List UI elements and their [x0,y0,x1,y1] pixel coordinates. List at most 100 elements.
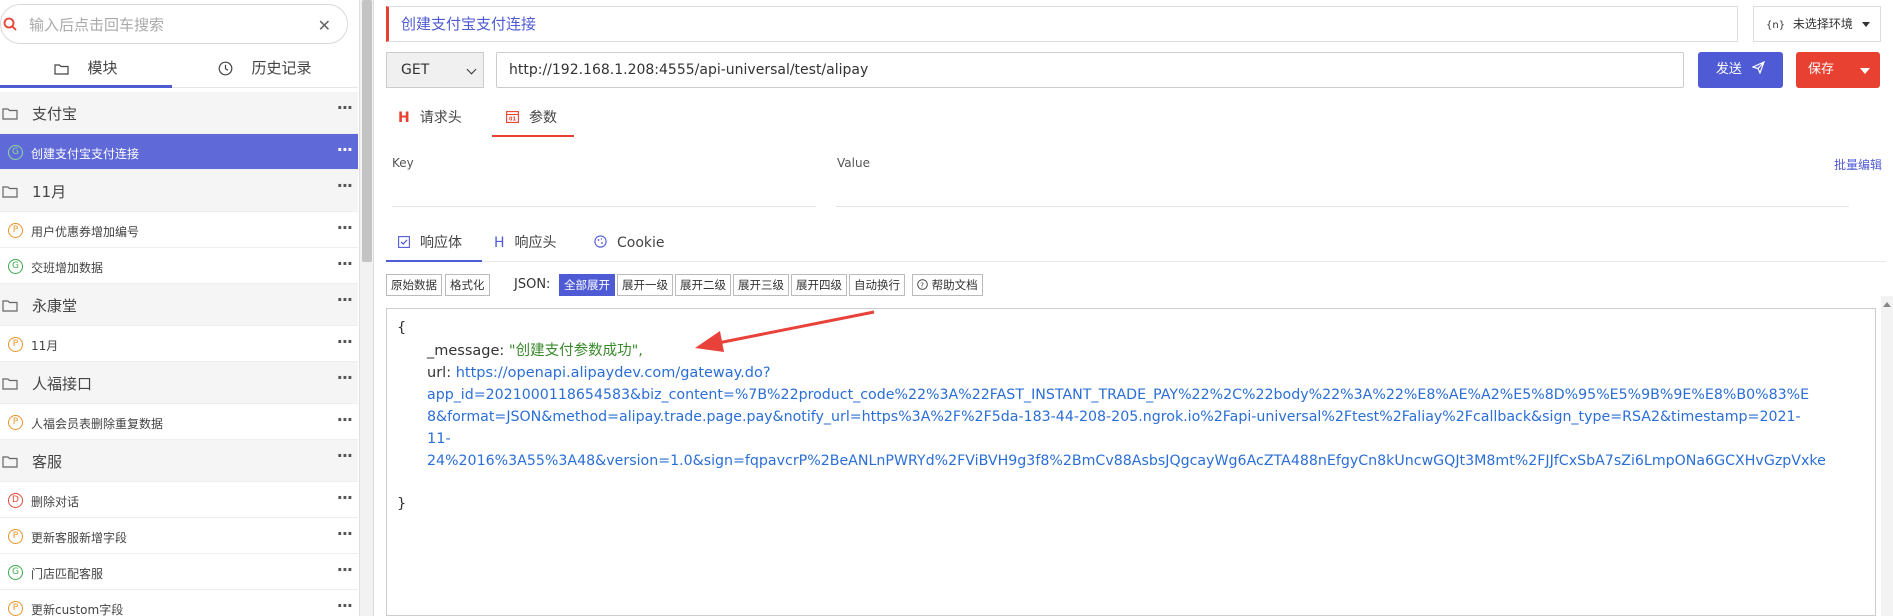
param-icon: 01 [506,111,519,123]
more-icon[interactable]: ··· [337,368,353,387]
json-value-url-2[interactable]: app_id=2021000118654583&biz_content=%7B%… [427,384,1809,406]
help-docs-button[interactable]: ? 帮助文档 [912,274,983,296]
more-icon[interactable]: ··· [337,596,353,615]
folder-item[interactable]: 永康堂 ··· [0,284,358,326]
send-label: 发送 [1715,62,1742,77]
search-box[interactable]: ✕ [0,4,348,44]
env-icon: {n} [1766,20,1786,31]
url-input[interactable] [509,62,1669,78]
search-input[interactable] [29,14,309,36]
json-value-url-3[interactable]: 8&format=JSON&method=alipay.trade.page.p… [427,406,1801,428]
method-p-icon: P [8,529,23,544]
api-label: 交班增加数据 [31,261,104,275]
more-icon[interactable]: ··· [337,218,353,237]
clear-icon[interactable]: ✕ [318,16,331,35]
format-button[interactable]: 格式化 [445,274,490,296]
method-g-icon: G [8,259,23,274]
tab-history[interactable]: 历史记录 [172,52,358,88]
folder-item[interactable]: 支付宝 ··· [0,92,358,134]
folder-icon [2,186,18,198]
scroll-up-icon[interactable] [1883,302,1891,307]
more-icon[interactable]: ··· [337,524,353,543]
api-item[interactable]: P 人福会员表删除重复数据 ··· [0,404,358,440]
json-url-line: url: https://openapi.alipaydev.com/gatew… [427,365,771,381]
folder-label: 客服 [32,453,63,471]
expand-level-1-button[interactable]: 展开一级 [617,274,673,296]
json-open-brace: { [397,320,407,336]
save-button[interactable]: 保存 [1796,52,1880,88]
api-item[interactable]: P 更新客服新增字段 ··· [0,518,358,554]
method-select[interactable]: GET [386,52,484,88]
api-item[interactable]: D 删除对话 ··· [0,482,358,518]
right-scrollbar[interactable] [1881,296,1893,616]
more-icon[interactable]: ··· [337,98,353,117]
key-input-line[interactable] [392,206,816,207]
tab-modules[interactable]: 模块 [0,52,172,88]
expand-level-2-button[interactable]: 展开二级 [675,274,731,296]
paper-plane-icon [1751,60,1766,75]
folder-icon [2,108,18,120]
tab-response-body[interactable]: 响应体 [386,226,482,262]
tab-label: 参数 [529,110,557,126]
more-icon[interactable]: ··· [337,446,353,465]
sidebar: ✕ 模块 历史记录 支付宝 ··· G 创建支付宝支付连接 ··· 11月 ··· P 用户优惠… [0,0,360,616]
header-icon: H [398,110,410,126]
scrollbar-thumb[interactable] [362,0,372,262]
api-item[interactable]: P 更新custom字段 ··· [0,590,358,616]
tab-label: 响应头 [514,235,557,251]
json-value-url-1[interactable]: https://openapi.alipaydev.com/gateway.do… [456,365,771,381]
tab-request-headers[interactable]: H 请求头 [398,101,480,137]
caret-down-icon[interactable] [1860,68,1870,74]
expand-level-4-button[interactable]: 展开四级 [791,274,847,296]
folder-item[interactable]: 客服 ··· [0,440,358,482]
url-field[interactable] [496,52,1684,88]
api-item[interactable]: G 交班增加数据 ··· [0,248,358,284]
tab-cookie[interactable]: Cookie [594,226,684,262]
tab-label: Cookie [617,235,665,251]
bulk-edit-link[interactable]: 批量编辑 [1834,156,1882,173]
api-item[interactable]: P 用户优惠券增加编号 ··· [0,212,358,248]
auto-wrap-button[interactable]: 自动换行 [849,274,905,296]
folder-icon [2,456,18,468]
api-label: 11月 [31,339,59,353]
tab-params[interactable]: 01 参数 [492,101,574,137]
caret-down-icon [1862,22,1870,27]
more-icon[interactable]: ··· [337,488,353,507]
expand-all-button[interactable]: 全部展开 [559,274,615,296]
chevron-down-icon [466,64,477,75]
api-item[interactable]: G 门店匹配客服 ··· [0,554,358,590]
folder-item[interactable]: 11月 ··· [0,170,358,212]
send-button[interactable]: 发送 [1698,52,1783,88]
raw-data-button[interactable]: 原始数据 [386,274,442,296]
method-g-icon: G [8,145,23,160]
tab-label: 响应体 [420,235,462,251]
response-body-viewer[interactable]: { _message: "创建支付参数成功", url: https://ope… [386,308,1876,616]
json-key-message: _message [427,343,500,359]
folder-label: 11月 [32,183,67,201]
expand-level-3-button[interactable]: 展开三级 [733,274,789,296]
value-input-line[interactable] [836,206,1849,207]
json-value-url-5[interactable]: 24%2016%3A55%3A48&version=1.0&sign=fqpav… [427,450,1826,472]
clock-icon [219,61,233,76]
more-icon[interactable]: ··· [337,140,353,159]
more-icon[interactable]: ··· [337,332,353,351]
method-p-icon: P [8,337,23,352]
environment-select[interactable]: {n} 未选择环境 [1753,6,1881,42]
sidebar-scrollbar[interactable] [360,0,374,616]
api-item[interactable]: G 创建支付宝支付连接 ··· [0,134,358,170]
question-icon: ? [917,279,928,290]
json-value-url-4[interactable]: 11- [427,428,451,450]
more-icon[interactable]: ··· [337,290,353,309]
folder-item[interactable]: 人福接口 ··· [0,362,358,404]
api-title-input[interactable] [401,14,1601,32]
more-icon[interactable]: ··· [337,560,353,579]
api-title-bar[interactable] [386,6,1738,42]
more-icon[interactable]: ··· [337,410,353,429]
api-item[interactable]: P 11月 ··· [0,326,358,362]
tab-response-headers[interactable]: H 响应头 [494,226,580,262]
api-label: 更新客服新增字段 [31,531,128,545]
api-label: 用户优惠券增加编号 [31,225,140,239]
more-icon[interactable]: ··· [337,254,353,273]
more-icon[interactable]: ··· [337,176,353,195]
value-column-header: Value [837,156,870,170]
